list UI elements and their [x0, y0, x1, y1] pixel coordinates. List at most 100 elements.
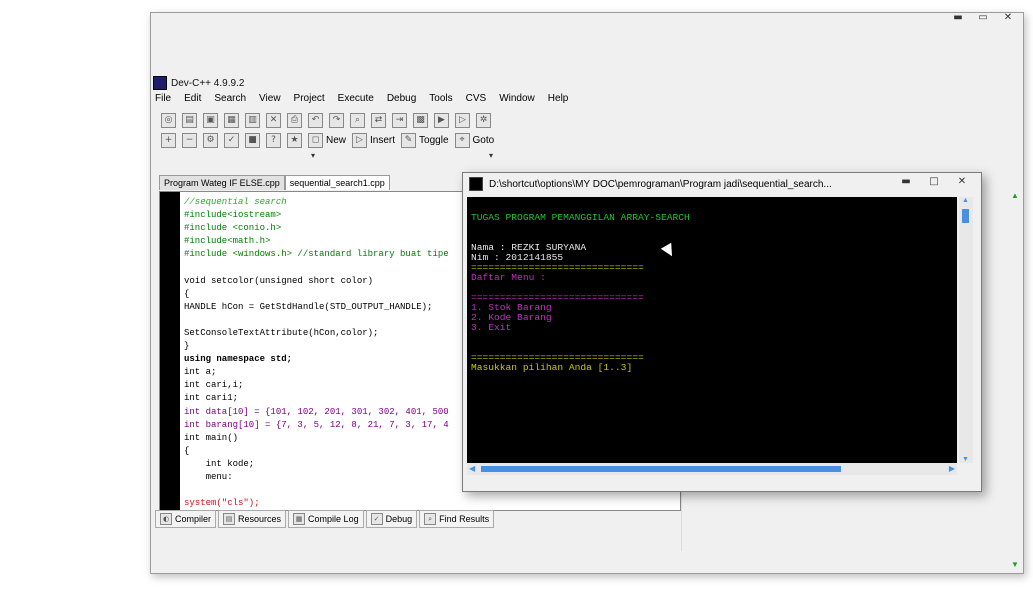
code-line: SetConsoleTextAttribute(hCon,color);: [184, 327, 379, 338]
menu-window[interactable]: Window: [499, 93, 535, 104]
tab-resources[interactable]: ▤ Resources: [218, 510, 287, 528]
redo-icon[interactable]: ↷: [329, 112, 344, 128]
code-line: int kode;: [184, 458, 255, 469]
tab-compiler[interactable]: ◐ Compiler: [155, 510, 217, 528]
code-line: //sequential search: [184, 197, 287, 207]
code-line: {: [184, 445, 190, 456]
console-heading: TUGAS PROGRAM PEMANGGILAN ARRAY-SEARCH: [471, 212, 690, 223]
console-scroll-left-icon[interactable]: ◀: [469, 464, 475, 473]
new-label: New: [326, 134, 347, 146]
project-icon[interactable]: ◎: [161, 112, 176, 128]
console-output[interactable]: TUGAS PROGRAM PEMANGGILAN ARRAY-SEARCH N…: [467, 197, 957, 463]
about-icon[interactable]: ★: [287, 132, 302, 148]
code-line: int data[10] = {101, 102, 201, 301, 302,…: [184, 406, 449, 417]
insert-label: Insert: [370, 134, 396, 146]
code-line: using namespace std;: [184, 354, 293, 365]
console-scroll-up-icon[interactable]: ▲: [962, 197, 969, 204]
goto-label: Goto: [472, 134, 495, 146]
minimize-button[interactable]: ▬: [947, 11, 969, 25]
console-option: 3. Exit: [471, 322, 512, 333]
console-restore-button[interactable]: □: [921, 175, 947, 189]
menu-tools[interactable]: Tools: [429, 93, 452, 104]
tab-sequential-search[interactable]: sequential_search1.cpp: [284, 175, 390, 190]
code-line: #include<math.h>: [184, 236, 271, 247]
print-icon[interactable]: ⎙: [287, 112, 302, 128]
console-scroll-down-icon[interactable]: ▼: [962, 456, 969, 463]
goto-button[interactable]: ⌖ Goto: [454, 132, 495, 148]
help-icon[interactable]: ?: [266, 132, 281, 148]
console-vscroll-thumb[interactable]: [962, 209, 969, 223]
menu-bar: File Edit Search View Project Execute De…: [155, 93, 568, 104]
undo-icon[interactable]: ↶: [308, 112, 323, 128]
code-line: menu:: [184, 471, 233, 482]
tab-compile-log[interactable]: ▦ Compile Log: [288, 510, 364, 528]
toolbar-dropdown-icon[interactable]: ▾: [311, 151, 315, 160]
toggle-label: Toggle: [419, 134, 449, 146]
console-hscroll-thumb[interactable]: [481, 466, 841, 472]
console-vertical-scrollbar[interactable]: ▲ ▼: [959, 197, 973, 463]
menu-file[interactable]: File: [155, 93, 171, 104]
code-text: //sequential search #include<iostream> #…: [184, 196, 449, 510]
replace-icon[interactable]: ⇄: [371, 112, 386, 128]
ide-vertical-scrollbar[interactable]: ▲ ▼: [1011, 191, 1021, 569]
console-close-button[interactable]: ✕: [949, 175, 975, 189]
toolbar-dropdown-icon-2[interactable]: ▾: [489, 151, 493, 160]
insert-button[interactable]: ▷ Insert: [352, 132, 396, 148]
tab-debug[interactable]: ✓ Debug: [365, 510, 418, 528]
editor-gutter: [160, 192, 180, 510]
compiler-icon: ◐: [160, 513, 172, 525]
remove-file-icon[interactable]: −: [182, 132, 197, 148]
find-icon[interactable]: ⌕: [350, 112, 365, 128]
save-icon[interactable]: ▣: [203, 112, 218, 128]
menu-search[interactable]: Search: [214, 93, 246, 104]
options-icon[interactable]: ⚙: [203, 132, 218, 148]
console-horizontal-scrollbar[interactable]: ◀ ▶: [467, 463, 957, 475]
compile-icon[interactable]: ▩: [413, 112, 428, 128]
scroll-down-icon[interactable]: ▼: [1011, 560, 1019, 569]
debug-icon[interactable]: ✓: [224, 132, 239, 148]
main-toolbar: ◎ ▤ ▣ ▦ ▥ ✕ ⎙ ↶ ↷ ⌕ ⇄ ⇥ ▩ ▶ ▷ ✲: [161, 111, 491, 129]
menu-help[interactable]: Help: [548, 93, 569, 104]
console-minimize-button[interactable]: ▬: [893, 175, 919, 189]
add-file-icon[interactable]: +: [161, 132, 176, 148]
code-line: int barang[10] = {7, 3, 5, 12, 8, 21, 7,…: [184, 419, 449, 430]
menu-cvs[interactable]: CVS: [466, 93, 487, 104]
console-window[interactable]: D:\shortcut\options\MY DOC\pemrograman\P…: [462, 172, 982, 492]
menu-debug[interactable]: Debug: [387, 93, 416, 104]
toggle-button[interactable]: ✎ Toggle: [401, 132, 449, 148]
run-icon[interactable]: ▶: [434, 112, 449, 128]
save-as-icon[interactable]: ▥: [245, 112, 260, 128]
restore-button[interactable]: ▭: [972, 11, 994, 25]
menu-project[interactable]: Project: [294, 93, 325, 104]
code-line: #include <conio.h>: [184, 223, 282, 234]
app-title: Dev-C++ 4.9.9.2: [171, 77, 245, 89]
rebuild-icon[interactable]: ✲: [476, 112, 491, 128]
code-line: {: [184, 288, 190, 299]
menu-edit[interactable]: Edit: [184, 93, 201, 104]
close-button[interactable]: ✕: [997, 11, 1019, 25]
console-scroll-right-icon[interactable]: ▶: [949, 464, 955, 473]
find-next-icon[interactable]: ⇥: [392, 112, 407, 128]
tab-program-wateg[interactable]: Program Wateg IF ELSE.cpp: [159, 175, 285, 190]
console-title: D:\shortcut\options\MY DOC\pemrograman\P…: [489, 178, 832, 190]
stop-icon[interactable]: ■: [245, 132, 260, 148]
resources-icon: ▤: [223, 513, 236, 525]
open-folder-icon[interactable]: ▤: [182, 112, 197, 128]
goto-icon: ⌖: [454, 132, 470, 148]
file-tabs: Program Wateg IF ELSE.cpp sequential_sea…: [159, 175, 390, 190]
close-file-icon[interactable]: ✕: [266, 112, 281, 128]
code-line: int a;: [184, 367, 217, 378]
scroll-up-icon[interactable]: ▲: [1011, 191, 1019, 200]
code-line: int cari,i;: [184, 380, 244, 391]
menu-execute[interactable]: Execute: [338, 93, 374, 104]
bookmark-toggle-icon: ✎: [401, 132, 417, 148]
compile-run-icon[interactable]: ▷: [455, 112, 470, 128]
new-button[interactable]: ◻ New: [308, 132, 347, 148]
console-window-controls: ▬ □ ✕: [893, 175, 975, 189]
tab-find-results[interactable]: ⌕ Find Results: [419, 510, 495, 528]
debug-tab-icon: ✓: [370, 513, 383, 525]
menu-view[interactable]: View: [259, 93, 281, 104]
ide-title-bar: Dev-C++ 4.9.9.2: [153, 75, 244, 91]
save-all-icon[interactable]: ▦: [224, 112, 239, 128]
tab-find-results-label: Find Results: [439, 514, 490, 524]
